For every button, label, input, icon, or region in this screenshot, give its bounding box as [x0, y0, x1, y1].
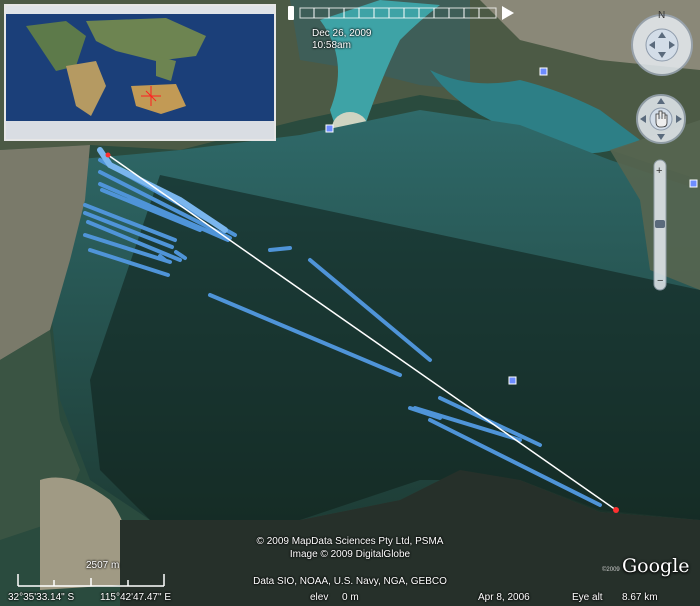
overview-map[interactable] [4, 4, 276, 141]
status-elev-label: elev [310, 592, 329, 603]
time-clock: 10:58am [312, 40, 351, 51]
status-bar: 32°35'33.14" S 115°42'47.47" E elev 0 m … [0, 590, 700, 606]
time-date: Dec 26, 2009 [312, 28, 372, 39]
google-logo: Google [622, 555, 690, 577]
map-credits: © 2009 MapData Sciences Pty Ltd, PSMA Im… [0, 535, 700, 561]
credit-line-1: © 2009 MapData Sciences Pty Ltd, PSMA [256, 536, 444, 547]
zoom-handle [655, 220, 665, 228]
world-map [6, 6, 274, 139]
status-longitude: 115°42'47.47" E [100, 592, 171, 603]
status-elev-value: 0 m [342, 592, 359, 603]
map-viewport[interactable]: Dec 26, 2009 10:58am N + − © 2009 MapDat… [0, 0, 700, 606]
time-start-handle [288, 6, 294, 20]
look-joystick[interactable]: N [628, 5, 696, 77]
status-eye-value: 8.67 km [622, 592, 658, 603]
zoom-out-icon: − [657, 275, 663, 287]
scale-bar [17, 574, 165, 587]
logo-copyright: ©2009 [602, 567, 620, 573]
zoom-slider[interactable]: + − [649, 158, 671, 294]
compass-north-icon: N [658, 10, 665, 21]
status-latitude: 32°35'33.14" S [8, 592, 75, 603]
time-readout: Dec 26, 2009 10:58am [312, 28, 372, 52]
zoom-in-icon: + [656, 165, 662, 177]
status-imagery-date: Apr 8, 2006 [478, 592, 530, 603]
status-eye-label: Eye alt [572, 592, 603, 603]
move-joystick-icon[interactable] [634, 92, 688, 146]
time-play-icon [502, 6, 514, 20]
